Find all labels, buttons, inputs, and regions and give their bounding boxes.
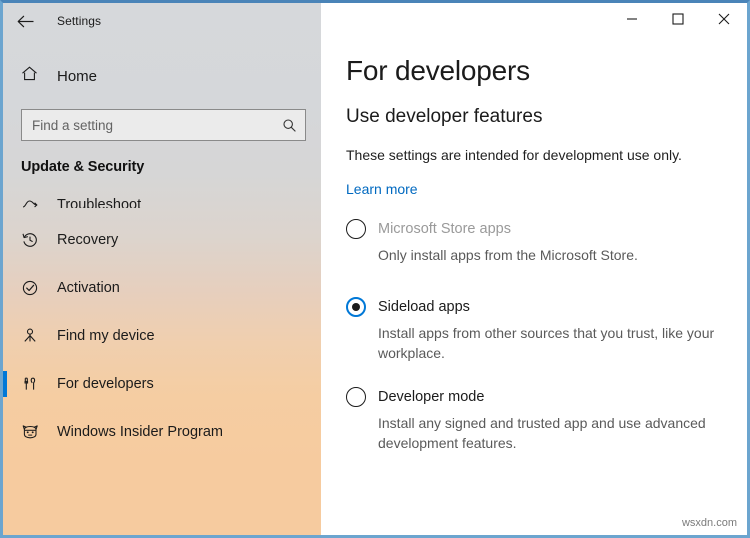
sidebar-item-home-label: Home — [57, 67, 98, 85]
search-box[interactable] — [21, 109, 306, 141]
option-label-sideload-apps: Sideload apps — [378, 299, 470, 315]
page-title: For developers — [346, 55, 530, 86]
sidebar-item-for-developers-label: For developers — [57, 376, 154, 392]
sidebar-item-home[interactable]: Home — [3, 57, 321, 95]
sidebar-item-activation-label: Activation — [57, 280, 120, 296]
sidebar-item-find-my-device-label: Find my device — [57, 328, 155, 344]
sidebar-item-find-my-device[interactable]: Find my device — [3, 312, 321, 360]
sidebar-item-activation[interactable]: Activation — [3, 264, 321, 312]
home-icon — [21, 65, 47, 87]
intro-text: These settings are intended for developm… — [346, 147, 682, 163]
sidebar: Home Update & Security Troubleshoot — [3, 3, 321, 535]
find-my-device-icon — [21, 327, 47, 345]
minimize-button[interactable] — [609, 3, 655, 35]
sidebar-item-recovery-label: Recovery — [57, 232, 119, 248]
window-controls — [321, 3, 747, 39]
sidebar-item-troubleshoot[interactable]: Troubleshoot — [3, 182, 321, 208]
option-label-developer-mode: Developer mode — [378, 389, 485, 405]
settings-window: Home Update & Security Troubleshoot — [0, 0, 750, 538]
ninja-cat-icon — [21, 423, 47, 441]
maximize-button[interactable] — [655, 3, 701, 35]
radio-developer-mode[interactable] — [346, 387, 366, 407]
main-content: For developers Use developer features Th… — [321, 3, 747, 535]
sidebar-item-troubleshoot-label: Troubleshoot — [57, 197, 142, 208]
option-microsoft-store-apps[interactable]: Microsoft Store apps Only install apps f… — [346, 219, 736, 265]
option-sideload-apps[interactable]: Sideload apps Install apps from other so… — [346, 297, 736, 363]
radio-microsoft-store-apps[interactable] — [346, 219, 366, 239]
app-title: Settings — [57, 14, 102, 28]
recovery-history-icon — [21, 231, 47, 249]
section-title: Use developer features — [346, 106, 543, 127]
title-bar: Settings — [3, 3, 747, 39]
radio-sideload-apps[interactable] — [346, 297, 366, 317]
search-input[interactable] — [32, 117, 281, 133]
maximize-icon — [672, 13, 684, 25]
sidebar-item-for-developers[interactable]: For developers — [3, 360, 321, 408]
sidebar-section-header: Update & Security — [21, 159, 145, 175]
troubleshoot-icon — [21, 195, 47, 208]
developer-tools-icon — [21, 375, 47, 393]
learn-more-link[interactable]: Learn more — [346, 181, 418, 197]
option-description-sideload-apps: Install apps from other sources that you… — [378, 325, 715, 361]
option-developer-mode[interactable]: Developer mode Install any signed and tr… — [346, 387, 736, 453]
option-description-microsoft-store-apps: Only install apps from the Microsoft Sto… — [378, 247, 638, 263]
minimize-icon — [626, 13, 638, 25]
title-bar-left: Settings — [3, 3, 321, 39]
activation-check-icon — [21, 279, 47, 297]
sidebar-item-windows-insider-program[interactable]: Windows Insider Program — [3, 408, 321, 456]
back-arrow-icon — [16, 14, 35, 29]
search-icon[interactable] — [281, 117, 297, 133]
option-description-developer-mode: Install any signed and trusted app and u… — [378, 415, 706, 451]
option-label-microsoft-store-apps: Microsoft Store apps — [378, 221, 511, 237]
sidebar-item-recovery[interactable]: Recovery — [3, 216, 321, 264]
close-icon — [718, 13, 730, 25]
sidebar-item-windows-insider-program-label: Windows Insider Program — [57, 424, 223, 440]
back-button[interactable] — [3, 4, 47, 38]
close-button[interactable] — [701, 3, 747, 35]
watermark: wsxdn.com — [681, 517, 737, 529]
